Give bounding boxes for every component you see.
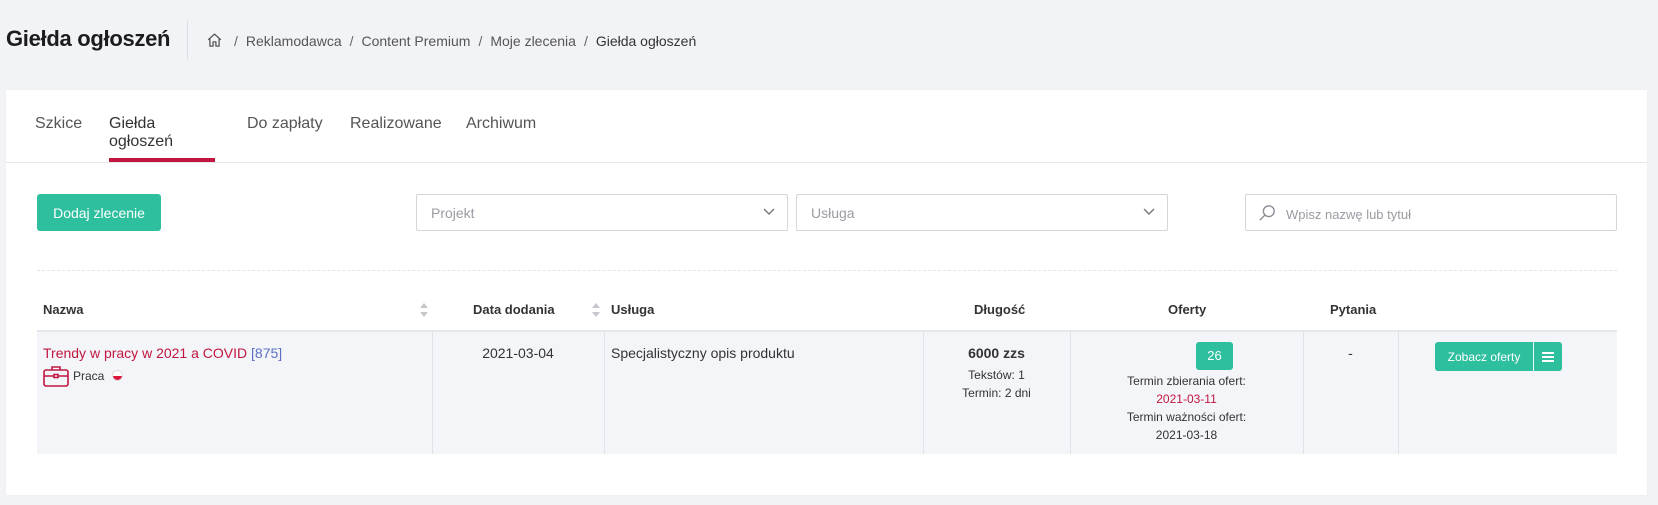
menu-icon [1542, 352, 1554, 354]
top-header: Giełda ogłoszeń / Reklamodawca / Content… [0, 0, 1658, 84]
menu-icon-line [1542, 360, 1554, 362]
column-header-pytania: Pytania [1330, 302, 1377, 317]
search-icon [1259, 205, 1275, 221]
texts-label: Tekstów: [968, 368, 1015, 382]
add-order-button[interactable]: Dodaj zlecenie [37, 194, 161, 231]
breadcrumb-moje-zlecenia[interactable]: Moje zlecenia [490, 33, 576, 49]
category-label: Praca [73, 369, 105, 383]
validity-deadline-label: Termin ważności ofert: [1126, 410, 1247, 424]
project-select[interactable]: Projekt [416, 194, 788, 231]
tabs-bar: Szkice Giełda ogłoszeń Do zapłaty Realiz… [6, 90, 1647, 163]
column-header-data-dodania[interactable]: Data dodania [473, 302, 555, 317]
sort-icon[interactable] [592, 303, 600, 317]
tab-szkice[interactable]: Szkice [35, 115, 82, 162]
texts-count: Tekstów: 1 [923, 368, 1070, 382]
term-value: 2 dni [1004, 386, 1031, 400]
view-offers-button[interactable]: Zobacz oferty [1435, 342, 1533, 371]
row-menu-button[interactable] [1534, 342, 1562, 371]
length-value: 6000 zzs [968, 345, 1025, 361]
page-title: Giełda ogłoszeń [6, 26, 171, 51]
job-title[interactable]: Trendy w pracy w 2021 a COVID [43, 345, 247, 361]
title-divider [187, 21, 188, 59]
table-row: Trendy w pracy w 2021 a COVID [875] Prac… [37, 332, 1617, 454]
sort-icon[interactable] [420, 303, 428, 317]
column-header-nazwa[interactable]: Nazwa [43, 302, 83, 317]
breadcrumb-separator: / [349, 32, 354, 49]
breadcrumb-separator: / [583, 32, 588, 49]
service-select-placeholder: Usługa [811, 205, 855, 221]
validity-deadline-date: 2021-03-18 [1155, 428, 1218, 442]
polish-flag-icon [112, 370, 123, 381]
column-divider [1398, 332, 1399, 454]
breadcrumb: / Reklamodawca / Content Premium / Moje … [206, 32, 696, 49]
column-divider [604, 332, 605, 454]
project-select-placeholder: Projekt [431, 205, 475, 221]
collect-deadline-label: Termin zbierania ofert: [1127, 374, 1246, 388]
search-box [1245, 194, 1617, 231]
breadcrumb-separator: / [234, 32, 238, 49]
offers-count-badge[interactable]: 26 [1196, 342, 1233, 370]
divider [37, 270, 1617, 271]
breadcrumb-current: Giełda ogłoszeń [595, 32, 697, 49]
tab-archiwum[interactable]: Archiwum [466, 115, 536, 162]
search-input[interactable] [1284, 203, 1608, 225]
service-name: Specjalistyczny opis produktu [611, 345, 795, 361]
texts-value: 1 [1018, 368, 1025, 382]
briefcase-icon [43, 366, 69, 387]
job-id: [875] [251, 345, 283, 361]
date-added: 2021-03-04 [482, 345, 554, 361]
breadcrumb-reklamodawca[interactable]: Reklamodawca [246, 33, 342, 49]
column-header-dlugosc: Długość [974, 302, 1026, 317]
column-header-usluga: Usługa [611, 302, 655, 317]
job-title-link[interactable]: Trendy w pracy w 2021 a COVID [875] [43, 345, 282, 361]
collect-deadline-date: 2021-03-11 [1156, 392, 1217, 406]
column-header-oferty: Oferty [1168, 302, 1207, 317]
tab-do-zaplaty[interactable]: Do zapłaty [247, 115, 323, 162]
service-select[interactable]: Usługa [796, 194, 1168, 231]
table-header: Nazwa Data dodania Usługa Długość Oferty… [37, 294, 1617, 332]
tab-realizowane[interactable]: Realizowane [350, 115, 442, 162]
main-card: Szkice Giełda ogłoszeń Do zapłaty Realiz… [6, 90, 1647, 495]
breadcrumb-content-premium[interactable]: Content Premium [362, 33, 471, 49]
breadcrumb-separator: / [478, 32, 483, 49]
tab-gielda-ogloszen[interactable]: Giełda ogłoszeń [109, 115, 215, 162]
term: Termin: 2 dni [923, 386, 1070, 400]
menu-icon-line [1542, 356, 1554, 358]
questions-value: - [1348, 345, 1353, 361]
term-label: Termin: [962, 386, 1002, 400]
chevron-down-icon [1143, 208, 1155, 215]
chevron-down-icon [763, 208, 775, 215]
home-icon[interactable] [206, 32, 223, 49]
